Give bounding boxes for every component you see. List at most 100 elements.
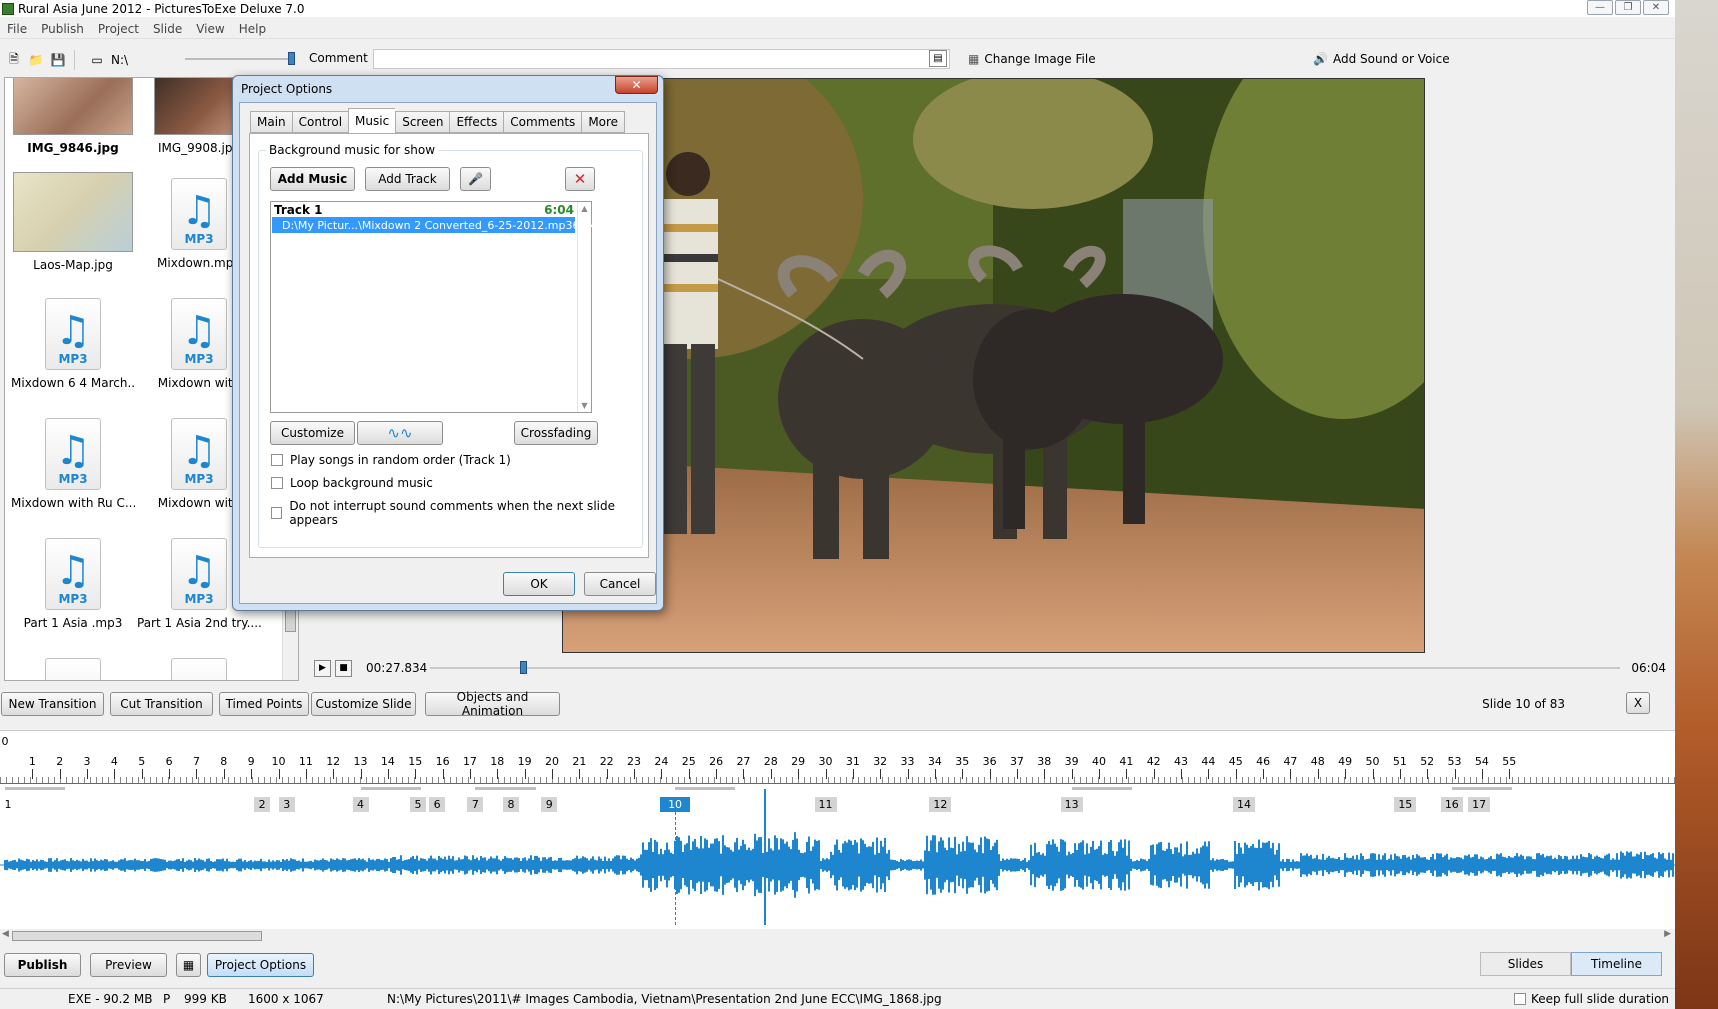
slide-marker[interactable]: 8 xyxy=(502,797,519,812)
open-folder-icon[interactable]: 📁 xyxy=(28,52,44,68)
tab-music[interactable]: Music xyxy=(348,108,396,133)
tab-comments[interactable]: Comments xyxy=(503,111,582,133)
scroll-up-icon[interactable]: ▲ xyxy=(578,204,591,213)
add-track-button[interactable]: Add Track xyxy=(365,167,450,191)
keep-duration-checkbox[interactable]: Keep full slide duration xyxy=(1514,992,1669,1006)
slide-preview-image[interactable] xyxy=(562,78,1425,653)
timeline-scroll-thumb[interactable] xyxy=(12,931,262,941)
scroll-right-icon[interactable]: ▶ xyxy=(1664,929,1671,939)
preview-button[interactable]: Preview xyxy=(90,953,167,977)
slide-marker[interactable]: 6 xyxy=(429,797,446,812)
file-item[interactable]: ♫ xyxy=(137,658,261,680)
dialog-close-icon[interactable]: ✕ xyxy=(615,76,658,94)
slide-marker[interactable]: 1 xyxy=(0,797,16,812)
no-interrupt-checkbox[interactable]: Do not interrupt sound comments when the… xyxy=(271,499,642,527)
random-order-checkbox[interactable]: Play songs in random order (Track 1) xyxy=(271,453,511,467)
menu-publish[interactable]: Publish xyxy=(34,22,91,36)
change-image-file-button[interactable]: ▦ Change Image File xyxy=(968,52,1096,66)
music-file-row[interactable]: D:\My Pictur...\Mixdown 2 Converted_6-25… xyxy=(272,217,597,233)
checkbox-box[interactable] xyxy=(271,507,283,519)
play-icon[interactable]: ▶ xyxy=(314,659,331,677)
slide-marker[interactable]: 5 xyxy=(409,797,426,812)
menu-file[interactable]: File xyxy=(0,22,34,36)
cut-transition-button[interactable]: Cut Transition xyxy=(110,692,213,716)
slider-thumb[interactable] xyxy=(288,52,295,65)
customize-button[interactable]: Customize xyxy=(270,421,355,445)
track-row[interactable]: Track 1 6:04 xyxy=(274,203,574,217)
ok-button[interactable]: OK xyxy=(503,572,575,596)
scroll-left-icon[interactable]: ◀ xyxy=(2,929,9,939)
scroll-down-icon[interactable]: ▼ xyxy=(578,401,591,410)
tab-effects[interactable]: Effects xyxy=(449,111,504,133)
slide-marker[interactable]: 14 xyxy=(1232,797,1255,812)
timeline-view-tab[interactable]: Timeline xyxy=(1571,952,1662,976)
slide-marker[interactable]: 11 xyxy=(814,797,837,812)
checkbox-box[interactable] xyxy=(271,454,283,466)
project-options-button[interactable]: Project Options xyxy=(207,953,314,977)
publish-button[interactable]: Publish xyxy=(4,953,81,977)
menu-slide[interactable]: Slide xyxy=(146,22,189,36)
menu-help[interactable]: Help xyxy=(232,22,273,36)
menu-view[interactable]: View xyxy=(189,22,231,36)
timed-points-button[interactable]: Timed Points xyxy=(219,692,309,716)
new-file-icon[interactable]: 🗎 xyxy=(6,52,22,68)
tab-screen[interactable]: Screen xyxy=(395,111,450,133)
slide-marker[interactable]: 9 xyxy=(541,797,558,812)
waveform-icon[interactable]: ∿∿ xyxy=(357,421,443,445)
scrollbar-thumb[interactable] xyxy=(285,610,296,632)
file-item[interactable]: ♫ xyxy=(11,658,135,680)
menu-project[interactable]: Project xyxy=(91,22,146,36)
playback-slider[interactable] xyxy=(430,661,1620,674)
objects-animation-button[interactable]: Objects and Animation xyxy=(425,690,560,718)
crossfading-button[interactable]: Crossfading xyxy=(514,421,598,445)
drive-icon[interactable]: ▭ xyxy=(89,52,105,68)
slide-marker[interactable]: 10 xyxy=(660,797,691,812)
checkbox-box[interactable] xyxy=(271,477,283,489)
stop-icon[interactable]: ■ xyxy=(335,659,352,677)
file-item[interactable]: ♫ MP3 Part 1 Asia .mp3 xyxy=(11,538,135,630)
slide-marker[interactable]: 2 xyxy=(254,797,271,812)
cancel-button[interactable]: Cancel xyxy=(584,572,656,596)
file-item[interactable]: IMG_9846.jpg xyxy=(11,78,135,155)
time-ruler[interactable]: 0 1 2 3 4 5 6 7 8 9 10 11 12 13 14 15 16 17 18 19 20 21 22 23 2… xyxy=(0,731,1675,785)
playback-thumb[interactable] xyxy=(520,661,528,674)
slide-marker[interactable]: 4 xyxy=(352,797,369,812)
timeline-playhead[interactable] xyxy=(764,789,767,925)
save-icon[interactable]: 💾 xyxy=(50,52,66,68)
add-music-button[interactable]: Add Music xyxy=(270,167,355,191)
checkbox-box[interactable] xyxy=(1514,993,1526,1005)
track-list-scrollbar[interactable]: ▲ ▼ xyxy=(577,202,591,412)
slides-view-tab[interactable]: Slides xyxy=(1480,952,1571,976)
close-button[interactable]: ✕ xyxy=(1643,0,1669,15)
microphone-icon[interactable]: 🎤 xyxy=(460,167,491,191)
slide-marker[interactable]: 13 xyxy=(1060,797,1083,812)
add-sound-button[interactable]: 🔊 Add Sound or Voice xyxy=(1313,52,1450,66)
slide-marker[interactable]: 17 xyxy=(1468,797,1491,812)
tab-more[interactable]: More xyxy=(581,111,626,133)
tab-control[interactable]: Control xyxy=(291,111,349,133)
timeline-panel[interactable]: 0 1 2 3 4 5 6 7 8 9 10 11 12 13 14 15 16 17 18 19 20 21 22 23 2… xyxy=(0,730,1675,930)
file-item[interactable]: Laos-Map.jpg xyxy=(11,172,135,272)
minimize-button[interactable]: — xyxy=(1587,0,1613,15)
comment-options-icon[interactable]: ▤ xyxy=(929,50,947,67)
slide-marker[interactable]: 15 xyxy=(1394,797,1417,812)
timeline-scrollbar[interactable]: ◀ ▶ xyxy=(0,929,1675,943)
delete-icon[interactable]: ✕ xyxy=(565,167,595,191)
slide-marker[interactable]: 16 xyxy=(1440,797,1463,812)
thumbnail-size-slider[interactable] xyxy=(185,52,295,65)
slide-settings-icon[interactable]: ▦ xyxy=(176,953,201,977)
maximize-button[interactable]: ❐ xyxy=(1615,0,1641,15)
loop-music-checkbox[interactable]: Loop background music xyxy=(271,476,433,490)
tab-main[interactable]: Main xyxy=(250,111,292,133)
file-item[interactable]: ♫ MP3 Mixdown with Ru C... xyxy=(11,418,135,510)
comment-input[interactable] xyxy=(373,49,950,69)
slide-marker[interactable]: 12 xyxy=(929,797,952,812)
audio-waveform[interactable] xyxy=(0,821,1675,911)
new-transition-button[interactable]: New Transition xyxy=(1,692,104,716)
slide-marker[interactable]: 7 xyxy=(467,797,484,812)
track-list[interactable]: Track 1 6:04 D:\My Pictur...\Mixdown 2 C… xyxy=(270,201,597,413)
customize-slide-button[interactable]: Customize Slide xyxy=(311,692,416,716)
file-item[interactable]: ♫ MP3 Mixdown 6 4 March... xyxy=(11,298,135,390)
slide-marker[interactable]: 3 xyxy=(278,797,295,812)
close-slide-panel-button[interactable]: X xyxy=(1626,692,1650,714)
